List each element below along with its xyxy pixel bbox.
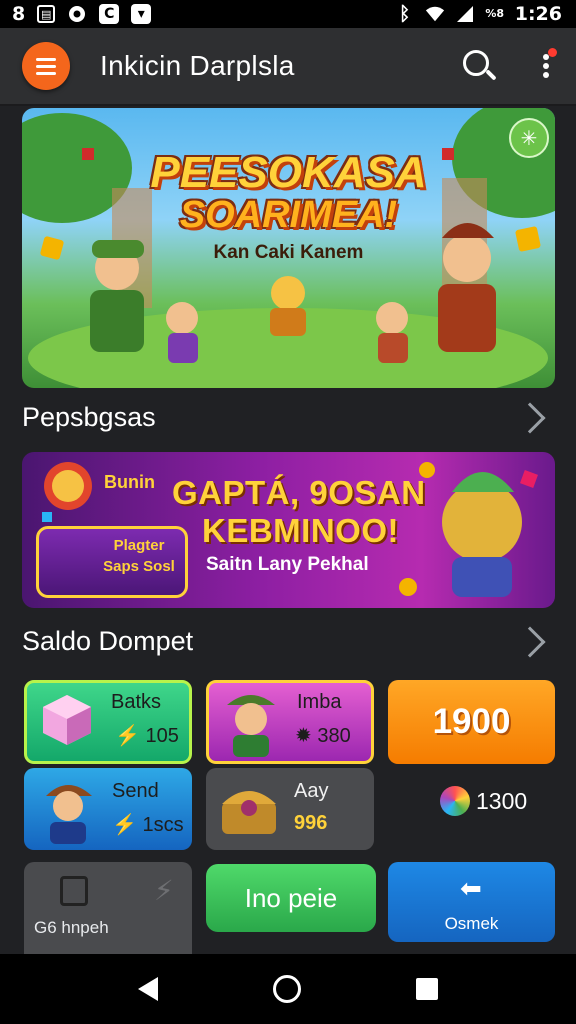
shield-icon: [67, 4, 87, 24]
section-title: Pepsbgsas: [22, 402, 156, 432]
app-bar: Inkicin Darplsla: [0, 28, 576, 106]
promo-headline-2: KEBMINOO!: [202, 512, 399, 549]
gems-value: 1300: [476, 787, 528, 814]
signal-icon: [455, 4, 475, 24]
hero-title-line2: SOARIMEA!: [179, 194, 398, 236]
more-options-button[interactable]: [536, 46, 557, 86]
chevron-right-icon[interactable]: [514, 625, 546, 658]
promo-banner[interactable]: Bunin GAPTÁ, 9OSAN KEBMINOO! Saitn Lany …: [22, 452, 555, 608]
tile-value: 996: [294, 812, 328, 834]
status-time: 1:26: [514, 3, 562, 25]
promo-name: Bunin: [104, 472, 155, 492]
sim-icon: ▤: [37, 5, 56, 23]
hero-subtitle: Kan Caki Kanem: [213, 242, 364, 263]
wallet-tile-coins[interactable]: 1900: [388, 680, 555, 764]
app-icon: C: [99, 4, 120, 24]
promo-subline: Saitn Lany Pekhal: [206, 554, 369, 575]
notification-dot-icon: [548, 48, 557, 57]
tile-label: Aay: [294, 780, 329, 802]
menu-button[interactable]: [22, 42, 70, 90]
status-left-text: 8: [12, 3, 26, 25]
promo-headline-1: GAPTÁ, 9OSAN: [172, 474, 426, 511]
system-nav-bar: [0, 954, 576, 1024]
tile-label: Imba: [297, 691, 342, 713]
recent-apps-icon[interactable]: [416, 978, 439, 1000]
tile-value: ⚡ 105: [115, 725, 179, 747]
more-icon-dot: [543, 63, 549, 69]
menu-icon-line: [36, 71, 56, 75]
player-card[interactable]: Plagter Saps Sosl: [36, 526, 188, 598]
character-avatar-icon: [227, 695, 275, 757]
search-button[interactable]: [458, 46, 498, 86]
cube-icon: [43, 695, 91, 745]
tile-label: Send: [112, 780, 159, 802]
player-card-line1: Plagter: [113, 537, 165, 554]
home-icon[interactable]: [272, 975, 301, 1003]
wallet-tile-hero[interactable]: Imba ✹ 380: [206, 680, 374, 764]
gem-icon: [440, 786, 470, 816]
tile-value-number: 105: [145, 725, 179, 747]
bluetooth-icon: ᛒ: [399, 3, 411, 25]
character-avatar-icon: [46, 785, 92, 844]
section-title: Saldo Dompet: [22, 626, 194, 656]
section-header-games[interactable]: Pepsbgsas: [22, 401, 555, 434]
status-bar: 8 ▤ C ▾ ᛒ %8 1:26: [0, 0, 576, 28]
more-icon-dot: [543, 72, 549, 78]
hero-banner[interactable]: PEESOKASA SOARIMEA! Kan Caki Kanem ✳: [22, 108, 555, 388]
wifi-icon: [425, 4, 445, 24]
wallet-tile-blocks[interactable]: Batks ⚡ 105: [24, 680, 192, 764]
arrow-back-icon: ⬅: [460, 874, 482, 904]
tile-value: ✹ 380: [295, 725, 351, 747]
section-header-wallet[interactable]: Saldo Dompet: [22, 625, 555, 658]
menu-icon-line: [36, 57, 56, 61]
wallet-tile-send[interactable]: Send ⚡ 1scs: [24, 768, 192, 850]
app-title: Inkicin Darplsla: [100, 50, 295, 81]
menu-icon-line: [36, 64, 56, 68]
back-icon[interactable]: [137, 977, 158, 1001]
download-icon: ▾: [131, 4, 152, 24]
locked-action-label: G6 hnpeh: [34, 918, 109, 937]
sparkle-icon[interactable]: ✳: [509, 118, 549, 158]
blue-action-label: Osmek: [444, 914, 499, 933]
player-card-line2: Saps Sosl: [103, 558, 175, 575]
wallet-tile-pay[interactable]: Aay 996: [206, 768, 374, 850]
lightning-icon: ⚡: [154, 874, 174, 907]
tile-value-number: 1scs: [142, 814, 184, 836]
lock-icon: [60, 876, 88, 906]
tile-value: ⚡ 1scs: [112, 814, 184, 836]
chevron-right-icon[interactable]: [514, 401, 546, 434]
treasure-chest-icon: [222, 791, 276, 834]
tile-label: Batks: [111, 691, 162, 713]
green-action-button[interactable]: Ino peie: [206, 864, 376, 932]
hero-title-line1: PEESOKASA: [150, 148, 427, 197]
search-icon-handle: [485, 69, 497, 81]
battery-percent: %8: [485, 7, 505, 20]
coins-balance: 1900: [432, 702, 511, 741]
locked-action-button[interactable]: ⚡ G6 hnpeh: [24, 862, 192, 954]
gems-balance[interactable]: 1300: [440, 786, 527, 816]
blue-action-button[interactable]: ⬅ Osmek: [388, 862, 555, 942]
tile-value-number: 380: [317, 725, 351, 747]
